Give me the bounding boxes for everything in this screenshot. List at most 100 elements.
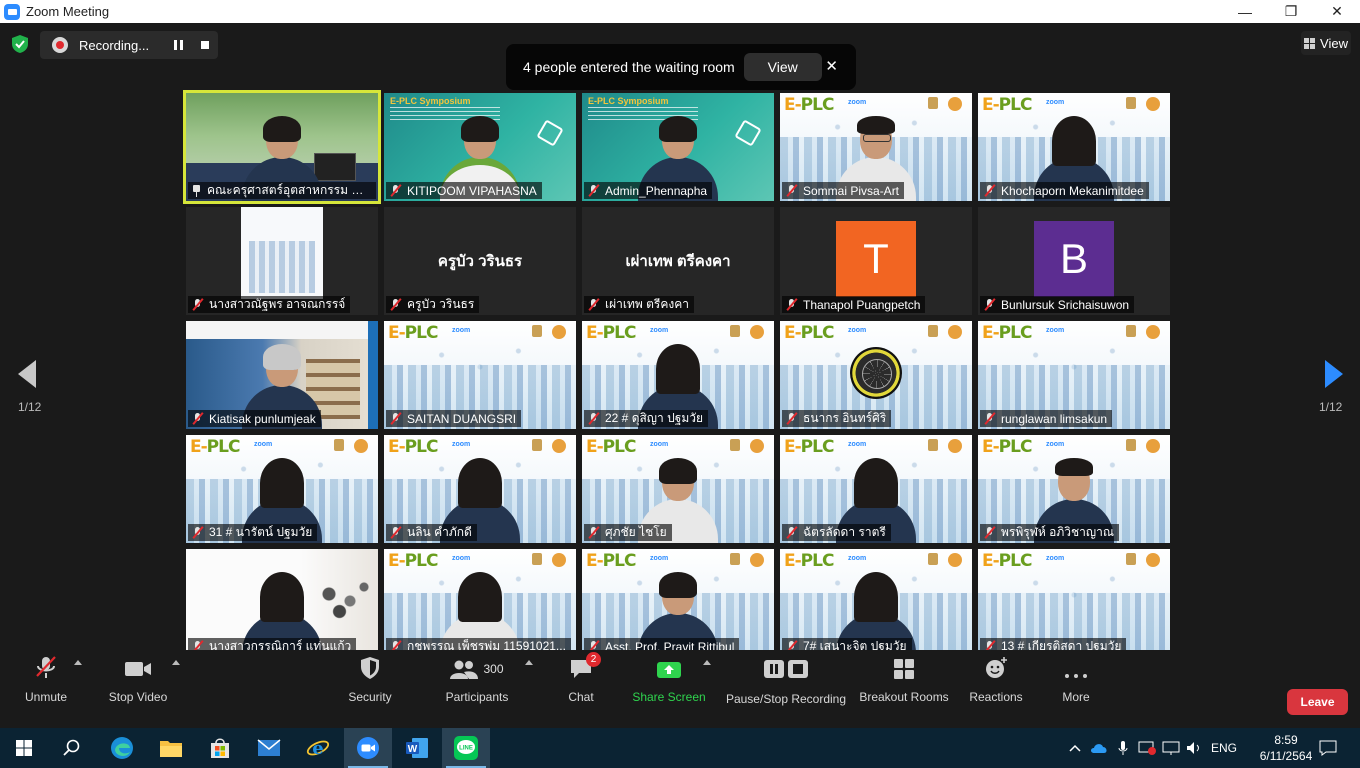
- waiting-room-view-button[interactable]: View: [743, 53, 822, 81]
- share-options-caret-icon[interactable]: [703, 660, 711, 665]
- audio-options-caret-icon[interactable]: [74, 660, 82, 665]
- show-hidden-icons[interactable]: [1066, 728, 1084, 768]
- taskbar-line[interactable]: LINE: [442, 728, 490, 768]
- taskbar-clock[interactable]: 8:59 6/11/2564: [1256, 732, 1316, 764]
- participant-tile[interactable]: T Thanapol Puangpetch: [780, 207, 972, 315]
- onedrive-tray[interactable]: [1088, 728, 1110, 768]
- more-dots-icon: [1065, 674, 1087, 678]
- participant-name-label: KITIPOOM VIPAHASNA: [386, 182, 542, 199]
- participant-tile[interactable]: E-PLC zoom 22 # ดุสิญา ปฐมวัย: [582, 321, 774, 429]
- participant-tile[interactable]: E-PLC zoom 13 # เกียรติสุดา ปฐมวัย: [978, 549, 1170, 657]
- participant-name: Bunlursuk Srichaisuwon: [1001, 297, 1130, 312]
- participant-tile[interactable]: คณะครุศาสตร์อุตสาหกรรม มทร...: [183, 90, 381, 204]
- encryption-shield-icon[interactable]: [12, 35, 28, 53]
- taskbar-mail[interactable]: [245, 728, 293, 768]
- svg-text:e: e: [312, 738, 323, 759]
- more-button[interactable]: More: [1056, 650, 1096, 704]
- volume-tray[interactable]: [1184, 728, 1206, 768]
- participant-tile[interactable]: B Bunlursuk Srichaisuwon: [978, 207, 1170, 315]
- security-button[interactable]: Security: [344, 650, 396, 704]
- participant-name: Kiatisak punlumjeak: [209, 411, 316, 426]
- zoom-logo-tag: zoom: [650, 555, 669, 562]
- breakout-rooms-button[interactable]: Breakout Rooms: [858, 650, 950, 704]
- share-screen-icon: [657, 662, 681, 678]
- store-icon: [211, 738, 229, 758]
- taskbar-store[interactable]: [196, 728, 244, 768]
- participant-tile[interactable]: นางสาวกรรณิการ์ แท่นแก้ว: [186, 549, 378, 657]
- participants-button[interactable]: 300 Participants: [442, 650, 512, 704]
- action-center[interactable]: [1316, 728, 1340, 768]
- participant-tile[interactable]: E-PLC zoom นลิน คำภักดี: [384, 435, 576, 543]
- zoom-logo-tag: zoom: [254, 441, 273, 448]
- participants-options-caret-icon[interactable]: [525, 660, 533, 665]
- view-layout-button[interactable]: View: [1301, 31, 1351, 55]
- participant-tile[interactable]: E-PLC zoom ธนากร อินทร์ศิริ: [780, 321, 972, 429]
- participant-tile[interactable]: E-PLC Symposium Admin_Phennapha: [582, 93, 774, 201]
- participant-tile[interactable]: E-PLC zoom ศุภชัย ไชโย: [582, 435, 774, 543]
- left-arrow-icon[interactable]: [18, 360, 36, 388]
- close-window-button[interactable]: ✕: [1314, 0, 1360, 23]
- microphone-tray[interactable]: [1114, 728, 1132, 768]
- participant-tile[interactable]: E-PLC zoom 7# เสนาะจิต ปฐมวัย: [780, 549, 972, 657]
- start-button[interactable]: [0, 728, 48, 768]
- edge-icon: [111, 737, 133, 759]
- pause-stop-icon: [764, 660, 808, 678]
- reactions-label: Reactions: [969, 690, 1023, 704]
- unmute-button[interactable]: Unmute: [20, 650, 72, 704]
- stop-video-button[interactable]: Stop Video: [104, 650, 172, 704]
- muted-mic-icon: [36, 656, 56, 678]
- participant-tile[interactable]: E-PLC zoom Asst. Prof. Pravit Rittibul: [582, 549, 774, 657]
- participant-tile[interactable]: E-PLC zoom Khochaporn Mekanimitdee: [978, 93, 1170, 201]
- video-options-caret-icon[interactable]: [172, 660, 180, 665]
- participant-name-label: Admin_Phennapha: [584, 182, 713, 199]
- taskbar-internet-explorer[interactable]: e: [294, 728, 342, 768]
- speaker-icon: [1187, 742, 1199, 754]
- participant-name-label: เผ่าเทพ ตรีคงคา: [584, 296, 695, 313]
- participant-tile[interactable]: E-PLC zoom runglawan limsakun: [978, 321, 1170, 429]
- right-arrow-icon[interactable]: [1325, 360, 1343, 388]
- participant-tile[interactable]: E-PLC zoom 31 # นารัตน์ ปฐมวัย: [186, 435, 378, 543]
- participant-name: นลิน คำภักดี: [407, 525, 472, 539]
- close-notification-icon[interactable]: ✕: [825, 57, 838, 75]
- pin-icon: [191, 184, 202, 197]
- unmute-label: Unmute: [24, 690, 68, 704]
- participant-tile[interactable]: E-PLC Symposium KITIPOOM VIPAHASNA: [384, 93, 576, 201]
- muted-mic-icon: [191, 526, 204, 539]
- taskbar-search-button[interactable]: [48, 728, 96, 768]
- share-screen-button[interactable]: Share Screen: [632, 650, 706, 704]
- reactions-button[interactable]: Reactions: [966, 650, 1026, 704]
- avatar-initial: T: [836, 221, 916, 297]
- stop-recording-icon[interactable]: [201, 41, 209, 49]
- view-label: View: [1320, 35, 1348, 51]
- minimize-button[interactable]: —: [1222, 0, 1268, 23]
- participant-tile[interactable]: E-PLC zoom SAITAN DUANGSRI: [384, 321, 576, 429]
- participant-name: Thanapol Puangpetch: [803, 297, 921, 312]
- chat-button[interactable]: 2 Chat: [565, 650, 601, 704]
- taskbar-file-explorer[interactable]: [147, 728, 195, 768]
- participant-tile[interactable]: Kiatisak punlumjeak: [186, 321, 378, 429]
- participant-tile[interactable]: ครูบัว วรินธร ครูบัว วรินธร: [384, 207, 576, 315]
- taskbar-word[interactable]: W: [393, 728, 441, 768]
- next-page-nav[interactable]: 1/12: [1319, 360, 1343, 414]
- leave-button[interactable]: Leave: [1287, 689, 1348, 715]
- windows-start-icon: [16, 740, 32, 756]
- participant-tile[interactable]: เผ่าเทพ ตรีคงคา เผ่าเทพ ตรีคงคา: [582, 207, 774, 315]
- pause-recording-icon[interactable]: [174, 40, 183, 50]
- svg-text:LINE: LINE: [459, 746, 473, 752]
- shared-document-preview: [241, 207, 323, 299]
- taskbar-edge[interactable]: [98, 728, 146, 768]
- participant-tile[interactable]: E-PLC zoom พรพิรุฬห์ อภิวิชาญาณ: [978, 435, 1170, 543]
- taskbar-zoom[interactable]: [344, 728, 392, 768]
- pause-stop-recording-button[interactable]: Pause/Stop Recording: [725, 650, 847, 706]
- participant-tile[interactable]: E-PLC zoom ฉัตรลัดดา ราตรี: [780, 435, 972, 543]
- participant-name: นางสาวณัฐพร อาจณกรรจ์: [209, 297, 346, 311]
- maximize-button[interactable]: ❐: [1268, 0, 1314, 23]
- input-language[interactable]: ENG: [1208, 728, 1240, 768]
- participant-tile[interactable]: นางสาวณัฐพร อาจณกรรจ์: [186, 207, 378, 315]
- previous-page-nav[interactable]: 1/12: [18, 360, 41, 414]
- participant-tile[interactable]: E-PLC zoom กชพรรณ เพ็ชรพุ่ม 11591021...: [384, 549, 576, 657]
- network-tray[interactable]: [1160, 728, 1182, 768]
- antivirus-tray[interactable]: [1136, 728, 1158, 768]
- line-icon: LINE: [454, 736, 478, 760]
- participant-tile[interactable]: E-PLC zoom Sommai Pivsa-Art: [780, 93, 972, 201]
